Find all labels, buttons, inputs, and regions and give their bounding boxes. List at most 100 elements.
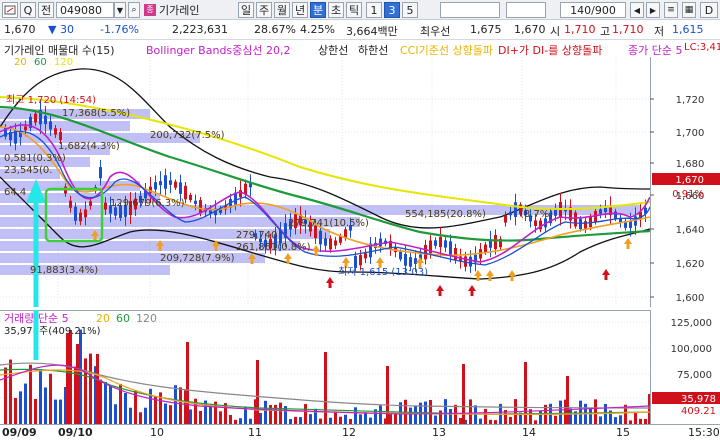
volume-chart[interactable]: 거래량 단순 5 20 60 12035,978주(409.21%) 125,0001… (0, 310, 720, 424)
candle-body (324, 238, 327, 246)
candle-body (514, 202, 517, 217)
volume-bar (559, 400, 562, 424)
volume-chart-panel[interactable]: 거래량 단순 5 20 60 120 35,978주(409.21%) 125,000 1… (0, 310, 720, 424)
volume-bar (619, 415, 622, 424)
volume-bar (554, 415, 557, 424)
time-label: 15 (616, 426, 630, 439)
volume-bar (614, 417, 617, 424)
candle-body (54, 128, 57, 135)
interval-select[interactable] (440, 2, 500, 18)
legend-bollinger[interactable]: Bollinger Bands중심선 20,2 (146, 42, 291, 58)
candle-body (89, 201, 92, 206)
candle-body (554, 209, 557, 216)
time-label: 13 (432, 426, 446, 439)
volume-bar (199, 410, 202, 424)
page-prev-button[interactable]: ◀ (630, 2, 644, 18)
volume-bar (19, 391, 22, 424)
volume-bar (189, 409, 192, 424)
volume-bar (29, 364, 32, 424)
tab-interval-3[interactable]: 3 (384, 2, 400, 18)
candle-body (594, 210, 597, 223)
legend-bb-upper[interactable]: 상한선 (318, 42, 348, 58)
layout-icon: ▦ (684, 5, 694, 15)
ask-price: 1,675 (470, 23, 502, 36)
candle-body (84, 209, 87, 218)
tab-period-4[interactable]: 분 (310, 2, 326, 18)
search-icon: ⌕ (131, 5, 137, 15)
volume-ma-legend-20: 20 (96, 312, 110, 325)
legend-bb-lower[interactable]: 하한선 (358, 42, 388, 58)
volume-bar (294, 416, 297, 424)
volume-bar (59, 399, 62, 424)
stock-code-input[interactable]: 049080 (56, 2, 114, 18)
volume-ratio: 28.67% (254, 23, 296, 36)
volume-bar (174, 385, 177, 424)
volume-bar (449, 409, 452, 424)
price-chart-panel[interactable]: 최고 1,720 (14:54) 최저 1,615 (13:03) 17,368(5… (0, 57, 720, 307)
tab-period-2[interactable]: 월 (274, 2, 290, 18)
menu-button[interactable]: ≡ (664, 2, 678, 18)
volume-bar (264, 400, 267, 424)
tab-period-0[interactable]: 일 (238, 2, 254, 18)
volume-bar (124, 393, 127, 424)
code-lookup-button[interactable]: ⌕ (128, 2, 140, 18)
candle-body (444, 240, 447, 248)
legend-di[interactable]: DI+가 DI-를 상향돌파 (498, 42, 602, 58)
candle-body (434, 240, 437, 246)
tab-period-5[interactable]: 초 (328, 2, 344, 18)
volume-bar (334, 411, 337, 424)
legend-volume-profile[interactable]: 기가레인 매물대 수(15) (4, 42, 115, 58)
volume-bar (429, 399, 432, 424)
chevron-left-icon: ◀ (633, 5, 641, 15)
candle-body (399, 251, 402, 260)
volume-bar (24, 383, 27, 424)
prev-button[interactable]: 전 (38, 2, 54, 18)
d-button[interactable]: D (700, 2, 718, 18)
volume-spike-bar (186, 342, 189, 424)
candle-body (424, 244, 427, 260)
tab-period-3[interactable]: 년 (292, 2, 308, 18)
volume-tick-label: 75,000 (677, 370, 712, 381)
high-price: 1,710 (612, 23, 644, 36)
legend-ma5[interactable]: 종가 단순 5 (628, 42, 682, 58)
low-marker-label: 최저 1,615 (13:03) (338, 266, 428, 278)
volume-profile-label: 1,682(4.3%) (58, 141, 120, 152)
candle-body (574, 212, 577, 227)
price-chart[interactable]: 최고 1,720 (14:54) 최저 1,615 (13:03) 17,368(5… (0, 57, 720, 307)
candle-body (174, 181, 177, 188)
search-button[interactable]: Q (20, 2, 36, 18)
candle-body (409, 257, 412, 267)
volume-bar (634, 412, 637, 424)
page-next-button[interactable]: ▶ (646, 2, 660, 18)
volume-bar (54, 399, 57, 424)
candle-body (509, 211, 512, 216)
time-label: 09/10 (58, 426, 93, 439)
ma-legend-20: 20 (14, 57, 27, 68)
candle-body (69, 200, 72, 208)
layout-button[interactable]: ▦ (682, 2, 696, 18)
legend-cci[interactable]: CCI기준선 상향돌파 (400, 42, 493, 58)
volume-bar (344, 414, 347, 424)
volume-bar (364, 412, 367, 424)
tab-interval-5[interactable]: 5 (402, 2, 418, 18)
volume-tick-label: 100,000 (671, 344, 712, 355)
open-label: 시 (550, 25, 561, 38)
tab-period-6[interactable]: 틱 (346, 2, 362, 18)
volume-bar (469, 399, 472, 424)
chevron-right-icon: ▶ (649, 5, 657, 15)
candle-body (614, 211, 617, 219)
price-change: ▼ 30 (48, 23, 74, 36)
low-label: 저 (654, 25, 665, 38)
volume-bar (279, 402, 282, 424)
tab-period-1[interactable]: 주 (256, 2, 272, 18)
volume-bar (439, 410, 442, 424)
chart-settings-icon[interactable] (2, 2, 18, 18)
tab-interval-1[interactable]: 1 (366, 2, 382, 18)
candle-body (169, 180, 172, 185)
volume-bar (259, 412, 262, 424)
candle-body (489, 240, 492, 248)
code-dropdown[interactable]: ▼ (114, 2, 126, 18)
interval-spinner[interactable] (506, 2, 546, 18)
volume-bar (589, 407, 592, 424)
ma-legend-60: 60 (34, 57, 47, 68)
